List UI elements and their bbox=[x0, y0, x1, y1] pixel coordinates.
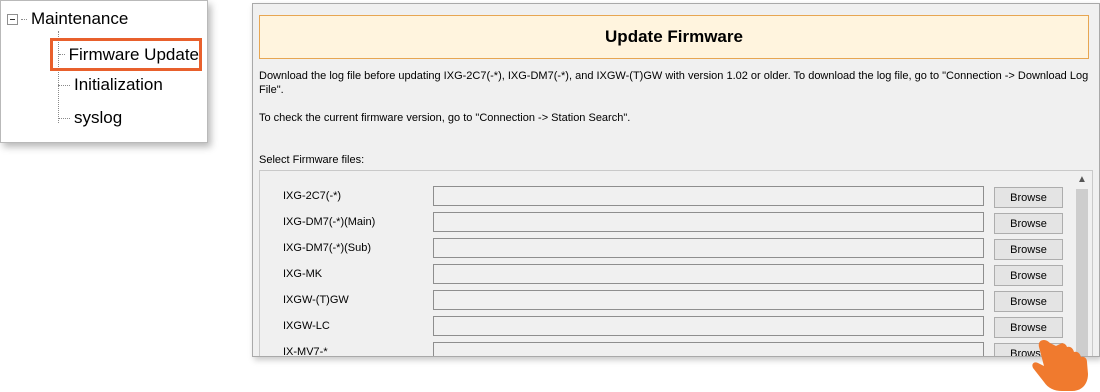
scroll-thumb[interactable] bbox=[1076, 189, 1088, 356]
firmware-file-row: IXG-DM7(-*)(Sub) Browse bbox=[260, 238, 1072, 260]
version-check-notice: To check the current firmware version, g… bbox=[259, 112, 631, 124]
firmware-file-row: IXG-2C7(-*) Browse bbox=[260, 186, 1072, 208]
file-label: IXG-2C7(-*) bbox=[283, 190, 342, 202]
file-path-field[interactable] bbox=[433, 290, 984, 310]
tree-connector bbox=[58, 117, 70, 119]
tree-item-syslog[interactable]: syslog bbox=[58, 105, 122, 131]
file-path-field[interactable] bbox=[433, 186, 984, 206]
chevron-up-icon[interactable]: ▲ bbox=[1072, 171, 1092, 187]
browse-button[interactable]: Browse bbox=[994, 213, 1063, 234]
tree-connector bbox=[59, 54, 65, 55]
tree-item-firmware-update[interactable]: Firmware Update bbox=[50, 38, 202, 71]
firmware-file-row: IX-MV7-* Browse bbox=[260, 342, 1072, 357]
file-label: IX-MV7-* bbox=[283, 346, 328, 357]
tree-item-label: Firmware Update bbox=[68, 44, 199, 64]
file-label: IXGW-LC bbox=[283, 320, 330, 332]
page-title-box: Update Firmware bbox=[259, 15, 1089, 59]
log-download-notice: Download the log file before updating IX… bbox=[259, 70, 1089, 96]
vertical-scrollbar[interactable]: ▲ bbox=[1072, 171, 1092, 356]
tree-item-initialization[interactable]: Initialization bbox=[58, 72, 163, 98]
tree-node-maintenance[interactable]: Maintenance bbox=[7, 9, 128, 29]
update-firmware-panel: Update Firmware Download the log file be… bbox=[252, 3, 1100, 357]
navigation-tree: Maintenance Firmware Update Initializati… bbox=[0, 0, 208, 143]
browse-button[interactable]: Browse bbox=[994, 291, 1063, 312]
browse-button[interactable]: Browse bbox=[994, 317, 1063, 338]
browse-button[interactable]: Browse bbox=[994, 187, 1063, 208]
browse-button[interactable]: Browse bbox=[994, 239, 1063, 260]
file-path-field[interactable] bbox=[433, 212, 984, 232]
firmware-file-row: IXG-DM7(-*)(Main) Browse bbox=[260, 212, 1072, 234]
tree-node-label: Maintenance bbox=[31, 9, 129, 28]
tree-connector bbox=[58, 84, 70, 86]
file-label: IXG-DM7(-*)(Sub) bbox=[283, 242, 372, 254]
browse-button[interactable]: Browse bbox=[994, 265, 1063, 286]
firmware-file-row: IXG-MK Browse bbox=[260, 264, 1072, 286]
collapse-minus-icon[interactable] bbox=[7, 13, 18, 25]
firmware-files-list: IXG-2C7(-*) Browse IXG-DM7(-*)(Main) Bro… bbox=[259, 170, 1093, 357]
tree-connector bbox=[21, 18, 27, 20]
tree-item-label: Initialization bbox=[74, 75, 163, 94]
file-label: IXG-MK bbox=[283, 268, 323, 280]
file-label: IXGW-(T)GW bbox=[283, 294, 349, 306]
hand-pointer-icon bbox=[1032, 340, 1088, 391]
page-title: Update Firmware bbox=[605, 27, 743, 46]
file-path-field[interactable] bbox=[433, 342, 984, 356]
file-path-field[interactable] bbox=[433, 264, 984, 284]
tree-item-label: syslog bbox=[74, 108, 123, 127]
firmware-file-row: IXGW-(T)GW Browse bbox=[260, 290, 1072, 312]
file-path-field[interactable] bbox=[433, 316, 984, 336]
firmware-file-row: IXGW-LC Browse bbox=[260, 316, 1072, 338]
file-label: IXG-DM7(-*)(Main) bbox=[283, 216, 376, 228]
file-path-field[interactable] bbox=[433, 238, 984, 258]
select-files-label: Select Firmware files: bbox=[259, 154, 365, 166]
